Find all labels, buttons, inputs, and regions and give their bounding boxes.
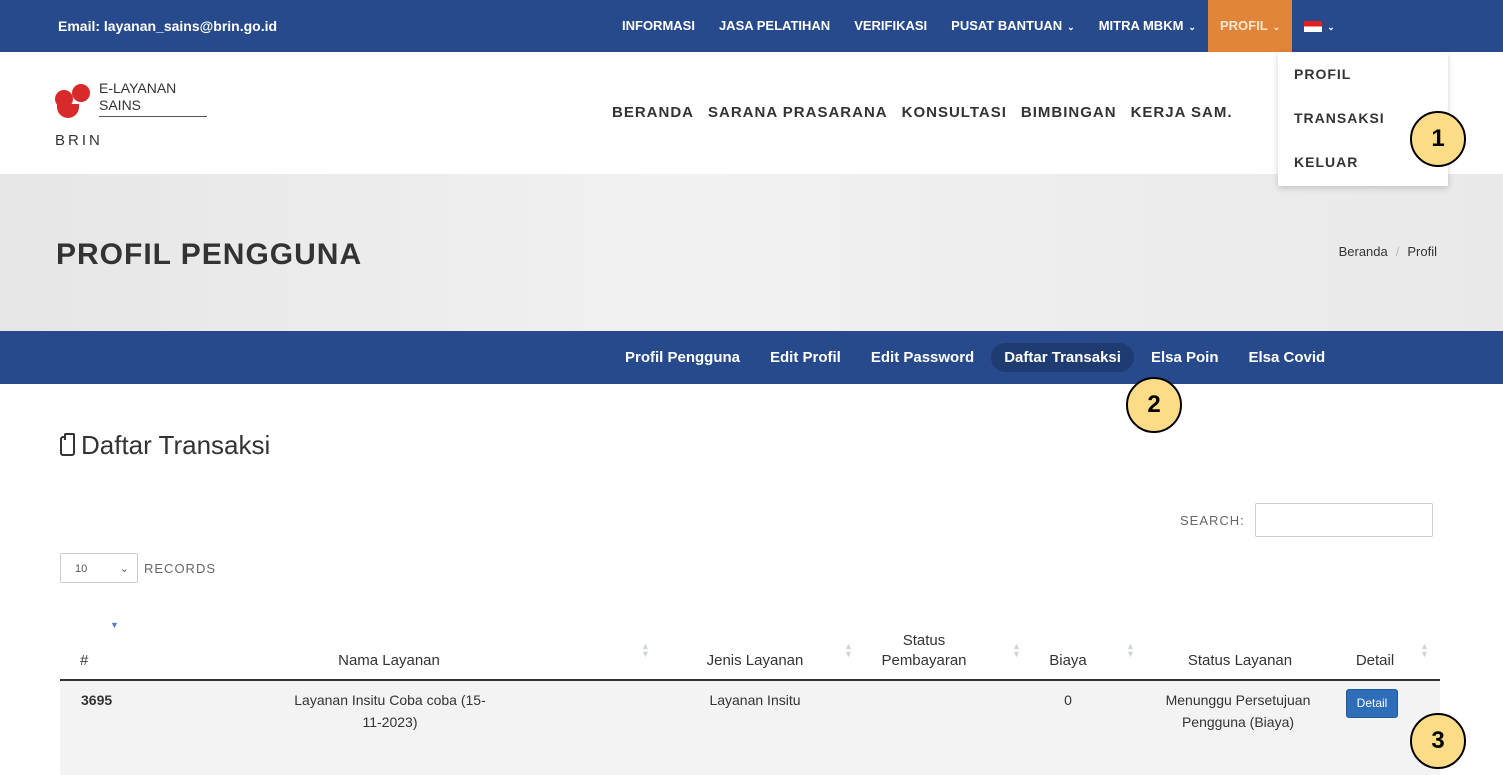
nav-beranda[interactable]: BERANDA	[612, 104, 694, 121]
site-logo[interactable]: E-LAYANAN SAINS BRIN	[55, 80, 225, 150]
section-title-text: Daftar Transaksi	[81, 430, 271, 460]
cell-status-layanan: Menunggu Persetujuan Pengguna (Biaya)	[1165, 692, 1311, 730]
subnav-edit-password[interactable]: Edit Password	[858, 343, 987, 372]
page-banner: PROFIL PENGGUNA Beranda / Profil	[0, 174, 1503, 331]
brin-logo-icon	[55, 84, 93, 118]
top-nav: INFORMASI JASA PELATIHAN VERIFIKASI PUSA…	[610, 0, 1347, 52]
topnav-label: JASA PELATIHAN	[718, 18, 831, 33]
indonesia-flag-icon	[1304, 21, 1323, 33]
subnav-daftar-transaksi[interactable]: Daftar Transaksi	[991, 343, 1134, 372]
profile-subnav: Profil Pengguna Edit Profil Edit Passwor…	[0, 331, 1503, 384]
sort-icon[interactable]: ▲ ▼	[1126, 642, 1135, 659]
topnav-label: VERIFIKASI	[854, 18, 928, 33]
chevron-down-icon: ⌄	[119, 563, 129, 575]
detail-button[interactable]: Detail	[1346, 689, 1398, 718]
sort-desc-icon[interactable]: ▼	[110, 621, 119, 630]
chevron-down-icon: ⌄	[1272, 22, 1281, 32]
col-header-id[interactable]: #	[80, 651, 88, 671]
cell-nama-layanan: Layanan Insitu Coba coba (15-11-2023)	[294, 692, 486, 730]
topnav-jasa-pelatihan[interactable]: JASA PELATIHAN	[707, 0, 842, 52]
sort-icon[interactable]: ▲ ▼	[1420, 642, 1429, 659]
topnav-label: MITRA MBKM	[1098, 18, 1184, 33]
nav-sarana-prasarana[interactable]: SARANA PRASARANA	[708, 104, 888, 121]
col-header-biaya[interactable]: Biaya	[1040, 651, 1096, 671]
cell-biaya: 0	[1064, 692, 1072, 708]
callout-badge-1: 1	[1410, 111, 1466, 167]
topnav-mitra-mbkm[interactable]: MITRA MBKM ⌄	[1087, 0, 1208, 52]
topnav-verifikasi[interactable]: VERIFIKASI	[842, 0, 939, 52]
col-header-status-pembayaran[interactable]: Status Pembayaran	[869, 631, 979, 671]
col-header-jenis-layanan[interactable]: Jenis Layanan	[680, 651, 830, 671]
callout-badge-3: 3	[1410, 713, 1466, 769]
col-header-status-layanan[interactable]: Status Layanan	[1165, 651, 1315, 671]
contact-email: Email: layanan_sains@brin.go.id	[58, 18, 278, 34]
logo-text-line1: E-LAYANAN	[99, 80, 177, 96]
col-header-detail[interactable]: Detail	[1345, 651, 1405, 671]
sort-icon[interactable]: ▲ ▼	[844, 642, 853, 659]
table-row: 3695 Layanan Insitu Coba coba (15-11-202…	[60, 681, 1440, 775]
col-header-nama-layanan[interactable]: Nama Layanan	[289, 651, 489, 671]
transactions-table: # ▼ Nama Layanan ▲ ▼ Jenis Layanan ▲ ▼ Sta…	[60, 618, 1440, 775]
subnav-elsa-poin[interactable]: Elsa Poin	[1138, 343, 1232, 372]
breadcrumb: Beranda / Profil	[1339, 244, 1437, 259]
cell-id: 3695	[81, 692, 113, 708]
language-selector[interactable]: ⌄	[1292, 0, 1347, 52]
records-per-page: 10 ⌄ RECORDS	[60, 553, 216, 583]
breadcrumb-profil: Profil	[1407, 244, 1437, 259]
subnav-profil-pengguna[interactable]: Profil Pengguna	[612, 343, 753, 372]
chevron-down-icon: ⌄	[1188, 22, 1196, 32]
clipboard-icon	[60, 432, 75, 456]
topnav-profil[interactable]: PROFIL ⌄	[1207, 0, 1293, 52]
sort-icon[interactable]: ▲ ▼	[1012, 642, 1021, 659]
records-selected-value: 10	[75, 563, 88, 575]
logo-divider	[99, 116, 207, 117]
search-input[interactable]	[1254, 503, 1433, 537]
breadcrumb-beranda[interactable]: Beranda	[1339, 244, 1388, 259]
menu-item-profil[interactable]: PROFIL	[1278, 52, 1448, 96]
topnav-label: PUSAT BANTUAN	[951, 18, 1063, 33]
cell-jenis-layanan: Layanan Insitu	[709, 692, 801, 708]
table-header: # ▼ Nama Layanan ▲ ▼ Jenis Layanan ▲ ▼ Sta…	[60, 618, 1440, 681]
main-nav: BERANDA SARANA PRASARANA KONSULTASI BIMB…	[612, 104, 1233, 121]
nav-bimbingan[interactable]: BIMBINGAN	[1021, 104, 1117, 121]
subnav-elsa-covid[interactable]: Elsa Covid	[1235, 343, 1338, 372]
chevron-down-icon: ⌄	[1327, 22, 1335, 32]
breadcrumb-separator: /	[1395, 244, 1400, 259]
chevron-down-icon: ⌄	[1067, 22, 1075, 32]
logo-text-line2: SAINS	[99, 97, 142, 113]
records-label: RECORDS	[144, 560, 217, 576]
topnav-pusat-bantuan[interactable]: PUSAT BANTUAN ⌄	[939, 0, 1087, 52]
table-search: SEARCH:	[1180, 503, 1433, 537]
nav-kerja-sama[interactable]: KERJA SAM.	[1131, 104, 1233, 121]
top-bar: Email: layanan_sains@brin.go.id INFORMAS…	[0, 0, 1503, 52]
topnav-informasi[interactable]: INFORMASI	[610, 0, 707, 52]
nav-konsultasi[interactable]: KONSULTASI	[902, 104, 1007, 121]
topnav-label: PROFIL	[1219, 18, 1268, 33]
logo-org: BRIN	[55, 132, 103, 149]
section-title: Daftar Transaksi	[60, 430, 270, 461]
search-label: SEARCH:	[1180, 512, 1245, 528]
topnav-label: INFORMASI	[622, 18, 695, 33]
subnav-edit-profil[interactable]: Edit Profil	[757, 343, 854, 372]
records-select[interactable]: 10 ⌄	[60, 553, 138, 583]
sort-icon[interactable]: ▲ ▼	[641, 642, 650, 659]
callout-badge-2: 2	[1126, 377, 1182, 433]
page-title: PROFIL PENGGUNA	[56, 238, 363, 271]
